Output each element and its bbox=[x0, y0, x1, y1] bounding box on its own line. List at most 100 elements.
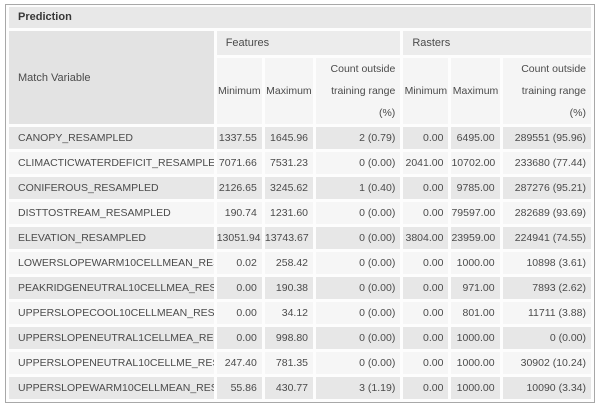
rasters-maximum-cell: 801.00 bbox=[451, 302, 499, 324]
features-minimum-cell: 190.74 bbox=[217, 202, 262, 224]
features-count-outside-cell: 0 (0.00) bbox=[316, 277, 400, 299]
features-group-header: Features bbox=[217, 31, 401, 55]
features-count-outside-cell: 0 (0.00) bbox=[316, 227, 400, 249]
rasters-group-header: Rasters bbox=[403, 31, 591, 55]
rasters-count-outside-cell: 10090 (3.34) bbox=[503, 377, 591, 399]
features-count-outside-cell: 0 (0.00) bbox=[316, 202, 400, 224]
rasters-minimum-cell: 0.00 bbox=[403, 377, 448, 399]
table-row: UPPERSLOPECOOL10CELLMEAN_RESAMPLED0.0034… bbox=[9, 302, 591, 324]
table-row: CLIMACTICWATERDEFICIT_RESAMPLED7071.6675… bbox=[9, 152, 591, 174]
match-variable-column-header: Match Variable bbox=[9, 31, 214, 124]
variable-name-cell: UPPERSLOPECOOL10CELLMEAN_RESAMPLED bbox=[9, 302, 214, 324]
rasters-maximum-cell: 79597.00 bbox=[451, 202, 499, 224]
rasters-count-outside-cell: 289551 (95.96) bbox=[503, 127, 591, 149]
table-row: UPPERSLOPENEUTRAL1CELLMEA_RESAMPLED0.009… bbox=[9, 327, 591, 349]
features-minimum-cell: 0.00 bbox=[217, 302, 262, 324]
features-count-outside-cell: 0 (0.00) bbox=[316, 252, 400, 274]
features-minimum-cell: 7071.66 bbox=[217, 152, 262, 174]
features-maximum-cell: 430.77 bbox=[265, 377, 313, 399]
variable-name-cell: UPPERSLOPENEUTRAL10CELLME_RESAMPLED bbox=[9, 352, 214, 374]
features-minimum-cell: 0.02 bbox=[217, 252, 262, 274]
features-minimum-cell: 0.00 bbox=[217, 327, 262, 349]
features-maximum-cell: 1645.96 bbox=[265, 127, 313, 149]
variable-name-cell: UPPERSLOPEWARM10CELLMEAN_RESAMPLED bbox=[9, 377, 214, 399]
features-count-outside-cell: 0 (0.00) bbox=[316, 152, 400, 174]
rasters-count-outside-cell: 287276 (95.21) bbox=[503, 177, 591, 199]
features-count-outside-cell: 0 (0.00) bbox=[316, 327, 400, 349]
features-count-outside-cell: 2 (0.79) bbox=[316, 127, 400, 149]
rasters-maximum-cell: 1000.00 bbox=[451, 327, 499, 349]
features-count-outside-cell: 3 (1.19) bbox=[316, 377, 400, 399]
rasters-minimum-cell: 0.00 bbox=[403, 177, 448, 199]
features-minimum-header: Minimum bbox=[217, 58, 262, 124]
rasters-maximum-header: Maximum bbox=[451, 58, 499, 124]
features-maximum-cell: 34.12 bbox=[265, 302, 313, 324]
rasters-count-outside-cell: 233680 (77.44) bbox=[503, 152, 591, 174]
features-minimum-cell: 0.00 bbox=[217, 277, 262, 299]
features-maximum-cell: 998.80 bbox=[265, 327, 313, 349]
rasters-maximum-cell: 23959.00 bbox=[451, 227, 499, 249]
group-header-row: Match Variable Features Rasters bbox=[9, 31, 591, 55]
rasters-maximum-cell: 971.00 bbox=[451, 277, 499, 299]
variable-name-cell: ELEVATION_RESAMPLED bbox=[9, 227, 214, 249]
features-maximum-cell: 258.42 bbox=[265, 252, 313, 274]
variable-name-cell: LOWERSLOPEWARM10CELLMEAN_RESAMPLED bbox=[9, 252, 214, 274]
rasters-count-outside-cell: 30902 (10.24) bbox=[503, 352, 591, 374]
rasters-minimum-header: Minimum bbox=[403, 58, 448, 124]
match-variable-table: Match Variable Features Rasters Minimum … bbox=[6, 28, 594, 402]
rasters-maximum-cell: 9785.00 bbox=[451, 177, 499, 199]
rasters-maximum-cell: 1000.00 bbox=[451, 377, 499, 399]
variable-name-cell: PEAKRIDGENEUTRAL10CELLMEA_RESAMPLED bbox=[9, 277, 214, 299]
table-row: DISTTOSTREAM_RESAMPLED190.741231.600 (0.… bbox=[9, 202, 591, 224]
features-count-outside-header: Count outside training range (%) bbox=[316, 58, 400, 124]
rasters-minimum-cell: 0.00 bbox=[403, 327, 448, 349]
variable-name-cell: UPPERSLOPENEUTRAL1CELLMEA_RESAMPLED bbox=[9, 327, 214, 349]
table-row: CANOPY_RESAMPLED1337.551645.962 (0.79)0.… bbox=[9, 127, 591, 149]
table-row: UPPERSLOPENEUTRAL10CELLME_RESAMPLED247.4… bbox=[9, 352, 591, 374]
rasters-minimum-cell: 0.00 bbox=[403, 202, 448, 224]
features-minimum-cell: 1337.55 bbox=[217, 127, 262, 149]
rasters-maximum-cell: 10702.00 bbox=[451, 152, 499, 174]
features-maximum-header: Maximum bbox=[265, 58, 313, 124]
rasters-count-outside-cell: 0 (0.00) bbox=[503, 327, 591, 349]
features-maximum-cell: 3245.62 bbox=[265, 177, 313, 199]
rasters-maximum-cell: 1000.00 bbox=[451, 252, 499, 274]
variable-name-cell: CANOPY_RESAMPLED bbox=[9, 127, 214, 149]
rasters-minimum-cell: 0.00 bbox=[403, 252, 448, 274]
rasters-minimum-cell: 0.00 bbox=[403, 352, 448, 374]
features-minimum-cell: 13051.94 bbox=[217, 227, 262, 249]
variable-name-cell: DISTTOSTREAM_RESAMPLED bbox=[9, 202, 214, 224]
features-maximum-cell: 781.35 bbox=[265, 352, 313, 374]
features-minimum-cell: 247.40 bbox=[217, 352, 262, 374]
variable-name-cell: CLIMACTICWATERDEFICIT_RESAMPLED bbox=[9, 152, 214, 174]
rasters-count-outside-header: Count outside training range (%) bbox=[503, 58, 591, 124]
prediction-panel: Prediction Match Variable Features Raste… bbox=[5, 4, 595, 403]
features-count-outside-cell: 1 (0.40) bbox=[316, 177, 400, 199]
table-row: CONIFEROUS_RESAMPLED2126.653245.621 (0.4… bbox=[9, 177, 591, 199]
rasters-minimum-cell: 2041.00 bbox=[403, 152, 448, 174]
rasters-minimum-cell: 0.00 bbox=[403, 302, 448, 324]
features-count-outside-cell: 0 (0.00) bbox=[316, 302, 400, 324]
table-row: UPPERSLOPEWARM10CELLMEAN_RESAMPLED55.864… bbox=[9, 377, 591, 399]
table-row: ELEVATION_RESAMPLED13051.9413743.670 (0.… bbox=[9, 227, 591, 249]
features-maximum-cell: 1231.60 bbox=[265, 202, 313, 224]
rasters-maximum-cell: 6495.00 bbox=[451, 127, 499, 149]
rasters-count-outside-cell: 282689 (93.69) bbox=[503, 202, 591, 224]
features-maximum-cell: 7531.23 bbox=[265, 152, 313, 174]
variable-name-cell: CONIFEROUS_RESAMPLED bbox=[9, 177, 214, 199]
rasters-minimum-cell: 3804.00 bbox=[403, 227, 448, 249]
features-maximum-cell: 190.38 bbox=[265, 277, 313, 299]
rasters-count-outside-cell: 11711 (3.88) bbox=[503, 302, 591, 324]
features-count-outside-cell: 0 (0.00) bbox=[316, 352, 400, 374]
rasters-minimum-cell: 0.00 bbox=[403, 277, 448, 299]
features-maximum-cell: 13743.67 bbox=[265, 227, 313, 249]
rasters-minimum-cell: 0.00 bbox=[403, 127, 448, 149]
rasters-count-outside-cell: 7893 (2.62) bbox=[503, 277, 591, 299]
table-body: CANOPY_RESAMPLED1337.551645.962 (0.79)0.… bbox=[9, 127, 591, 399]
rasters-maximum-cell: 1000.00 bbox=[451, 352, 499, 374]
table-row: LOWERSLOPEWARM10CELLMEAN_RESAMPLED0.0225… bbox=[9, 252, 591, 274]
table-row: PEAKRIDGENEUTRAL10CELLMEA_RESAMPLED0.001… bbox=[9, 277, 591, 299]
features-minimum-cell: 2126.65 bbox=[217, 177, 262, 199]
rasters-count-outside-cell: 10898 (3.61) bbox=[503, 252, 591, 274]
rasters-count-outside-cell: 224941 (74.55) bbox=[503, 227, 591, 249]
